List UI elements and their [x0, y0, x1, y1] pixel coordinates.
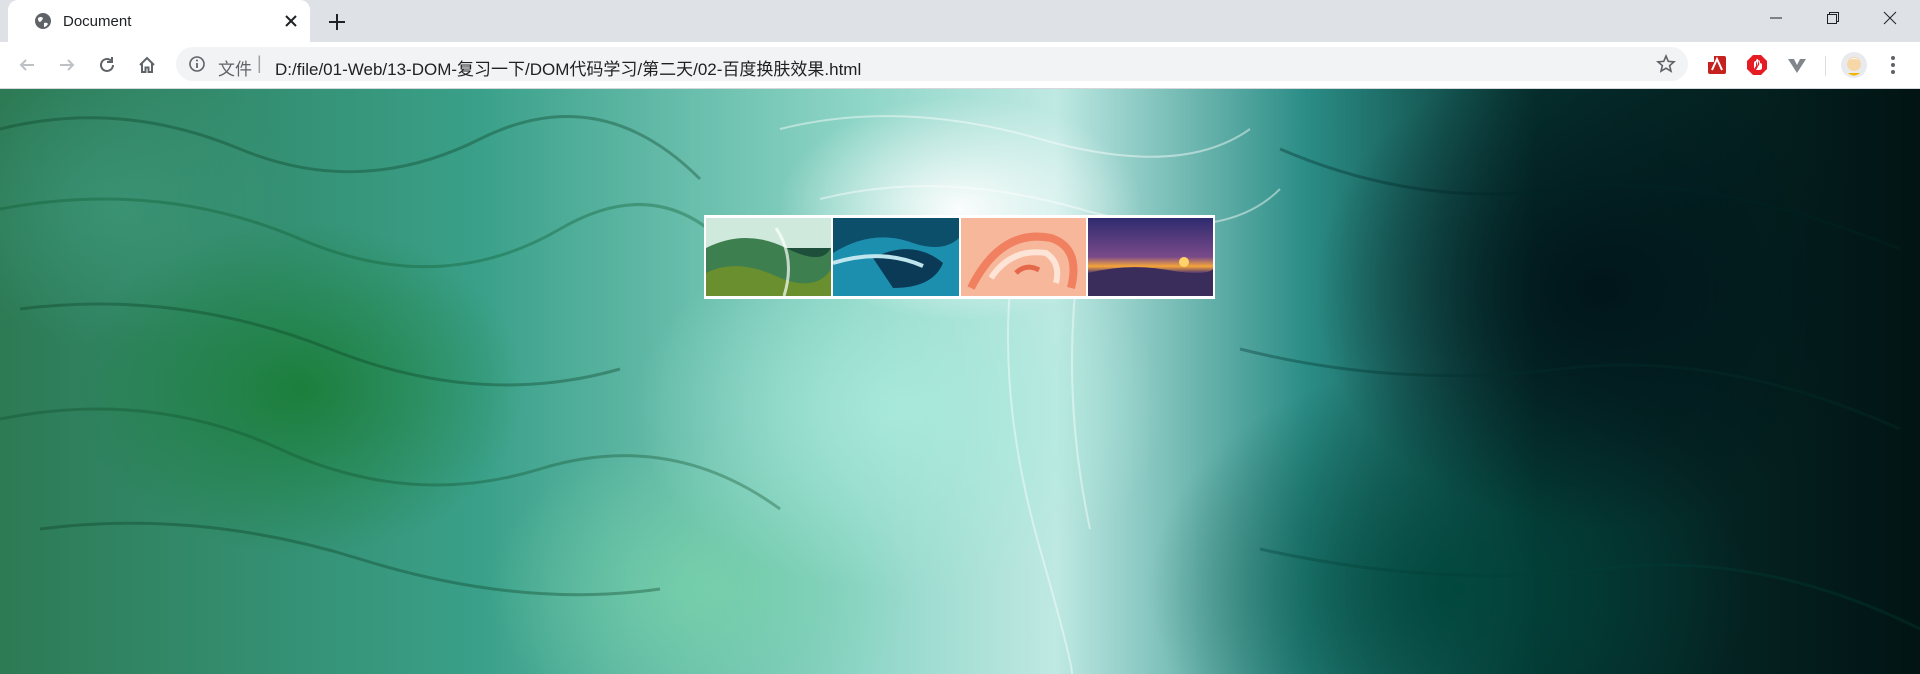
home-icon: [139, 56, 155, 73]
thumb-sunset-image: [1087, 218, 1213, 296]
info-icon[interactable]: [188, 55, 206, 73]
profile-button[interactable]: [1840, 51, 1868, 79]
browser-window: Document 文件 | D:/file/01-Web/13-DOM-复习一下…: [0, 0, 1920, 674]
skin-thumb-sunset[interactable]: [1087, 218, 1213, 296]
browser-toolbar: 文件 | D:/file/01-Web/13-DOM-复习一下/DOM代码学习/…: [0, 42, 1920, 89]
scheme-separator: |: [257, 53, 262, 73]
water-texture: [0, 115, 1920, 674]
page-background: [0, 89, 1920, 674]
new-tab-plus-icon[interactable]: [326, 11, 348, 33]
menu-button[interactable]: [1880, 52, 1906, 78]
reload-button[interactable]: [94, 52, 120, 78]
skin-selector: [704, 215, 1215, 299]
skin-thumb-flamingo[interactable]: [960, 218, 1086, 296]
adblock-button[interactable]: [1744, 52, 1770, 78]
bookmark-star-icon[interactable]: [1656, 54, 1676, 74]
tab-close-icon[interactable]: [282, 12, 300, 30]
back-button[interactable]: [14, 52, 40, 78]
thumb-wave-image: [833, 218, 959, 296]
window-close-button[interactable]: [1863, 0, 1917, 36]
forward-button[interactable]: [54, 52, 80, 78]
thumb-water-image: [706, 218, 832, 296]
url-text[interactable]: D:/file/01-Web/13-DOM-复习一下/DOM代码学习/第二天/0…: [275, 55, 861, 80]
adblock-icon: [1747, 55, 1767, 75]
skin-thumb-wave[interactable]: [833, 218, 959, 296]
tab-title: Document: [63, 13, 132, 30]
minimize-button[interactable]: [1749, 0, 1803, 36]
home-button[interactable]: [134, 52, 160, 78]
thumb-flamingo-image: [960, 218, 1086, 296]
vpn-extension-button[interactable]: [1784, 52, 1810, 78]
toolbar-divider: [1825, 56, 1826, 76]
forward-icon: [60, 59, 75, 71]
pdf-extension-button[interactable]: [1704, 52, 1730, 78]
skin-thumb-water[interactable]: [706, 218, 832, 296]
profile-avatar-icon: [1841, 52, 1867, 78]
maximize-button[interactable]: [1806, 0, 1860, 36]
tab-document[interactable]: Document: [8, 0, 310, 42]
reload-icon: [100, 57, 114, 72]
back-icon: [19, 59, 34, 71]
menu-icon: [1891, 56, 1895, 74]
minimize-icon: [1770, 17, 1782, 19]
tab-strip: Document: [0, 0, 1920, 42]
pdf-extension-icon: [1708, 56, 1726, 74]
address-bar[interactable]: 文件 | D:/file/01-Web/13-DOM-复习一下/DOM代码学习/…: [176, 47, 1688, 81]
globe-icon: [35, 13, 51, 29]
maximize-icon: [1827, 12, 1839, 24]
close-icon: [1883, 11, 1897, 25]
vpn-extension-icon: [1788, 59, 1806, 73]
file-scheme-label: 文件: [218, 60, 252, 79]
